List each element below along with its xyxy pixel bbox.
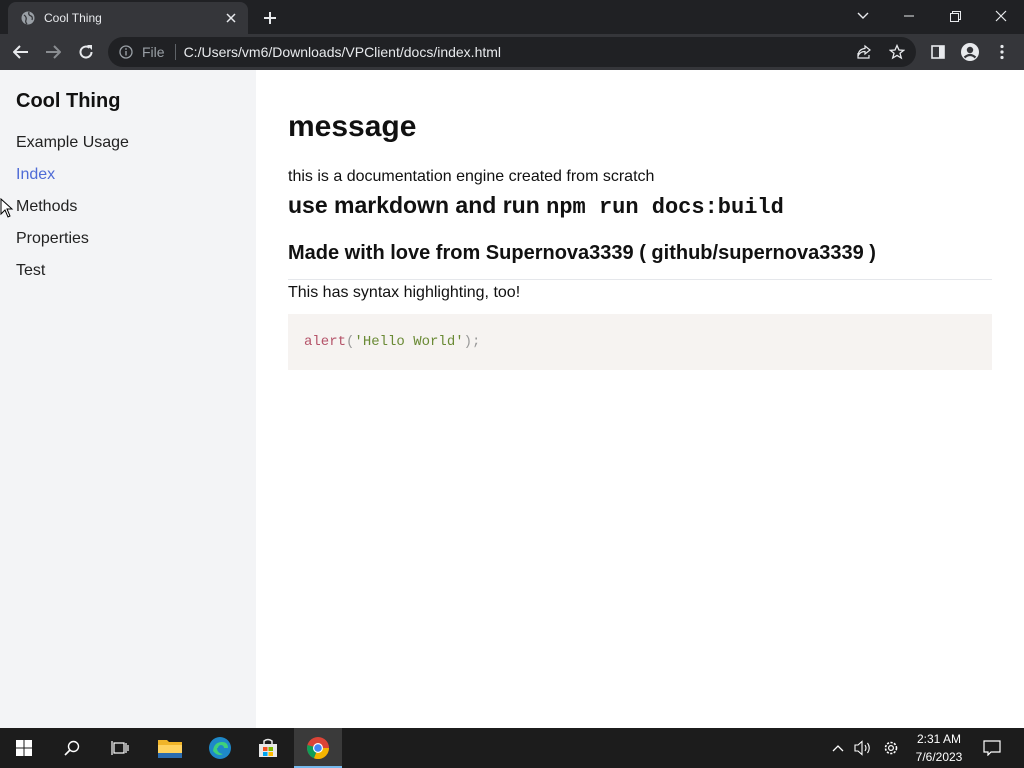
sidebar-item-methods[interactable]: Methods bbox=[16, 191, 240, 223]
forward-button[interactable] bbox=[40, 39, 66, 65]
subheading-text: use markdown and run bbox=[288, 192, 547, 218]
intro-paragraph: this is a documentation engine created f… bbox=[288, 168, 655, 185]
task-view-button[interactable] bbox=[96, 728, 144, 768]
profile-button[interactable] bbox=[957, 39, 983, 65]
sidebar-item-test[interactable]: Test bbox=[16, 255, 240, 287]
close-window-button[interactable] bbox=[978, 0, 1024, 32]
subheading: use markdown and run npm run docs:build bbox=[288, 192, 992, 220]
arrow-left-icon bbox=[13, 45, 28, 59]
inline-code: npm run docs:build bbox=[546, 195, 784, 220]
browser-toolbar: File C:/Users/vm6/Downloads/VPClient/doc… bbox=[0, 34, 1024, 70]
minimize-icon bbox=[904, 15, 914, 17]
tab-title: Cool Thing bbox=[44, 11, 102, 25]
reload-button[interactable] bbox=[73, 39, 99, 65]
docs-sidebar: Cool Thing Example Usage Index Methods P… bbox=[0, 70, 256, 728]
sidebar-item-example-usage[interactable]: Example Usage bbox=[16, 127, 240, 159]
sidebar-item-index[interactable]: Index bbox=[16, 159, 240, 191]
start-button[interactable] bbox=[0, 728, 48, 768]
plus-icon bbox=[264, 12, 276, 24]
tab-search-button[interactable] bbox=[840, 0, 886, 32]
browser-tab[interactable]: Cool Thing bbox=[8, 2, 248, 34]
url-text[interactable]: C:/Users/vm6/Downloads/VPClient/docs/ind… bbox=[184, 44, 501, 60]
minimize-button[interactable] bbox=[886, 0, 932, 32]
chrome-button[interactable] bbox=[294, 728, 342, 768]
volume-icon bbox=[854, 740, 870, 756]
chrome-icon bbox=[307, 737, 330, 760]
windows-taskbar: 2:31 AM 7/6/2023 bbox=[0, 728, 1024, 768]
code-block: alert('Hello World'); bbox=[288, 314, 992, 370]
restore-button[interactable] bbox=[932, 0, 978, 32]
mouse-cursor-icon bbox=[0, 198, 14, 218]
tab-strip: Cool Thing bbox=[0, 0, 1024, 34]
syntax-note: This has syntax highlighting, too! bbox=[288, 284, 521, 301]
profile-icon bbox=[961, 43, 979, 61]
new-tab-button[interactable] bbox=[258, 6, 282, 30]
side-panel-icon bbox=[931, 45, 945, 59]
notifications-button[interactable] bbox=[978, 728, 1006, 768]
omnibox-divider bbox=[174, 44, 176, 60]
file-explorer-icon bbox=[158, 740, 182, 758]
arrow-right-icon bbox=[46, 45, 61, 59]
side-panel-button[interactable] bbox=[925, 39, 951, 65]
kebab-menu-icon bbox=[1000, 44, 1004, 60]
code-open-paren-token: ( bbox=[346, 334, 355, 350]
volume-button[interactable] bbox=[850, 728, 876, 768]
code-string-token: 'Hello World' bbox=[354, 334, 464, 350]
globe-icon bbox=[20, 10, 36, 26]
edge-icon bbox=[209, 737, 231, 759]
notification-icon bbox=[983, 740, 1001, 756]
url-scheme-label: File bbox=[142, 44, 165, 60]
clock-date: 7/6/2023 bbox=[915, 750, 963, 764]
page-heading: message bbox=[288, 110, 417, 143]
code-function-token: alert bbox=[304, 334, 347, 350]
store-icon bbox=[259, 738, 277, 757]
page-viewport: Cool Thing Example Usage Index Methods P… bbox=[0, 70, 1024, 728]
system-clock[interactable]: 2:31 AM 7/6/2023 bbox=[904, 730, 974, 766]
close-icon bbox=[995, 10, 1007, 22]
share-icon[interactable] bbox=[852, 40, 876, 64]
bookmark-star-icon[interactable] bbox=[885, 40, 909, 64]
start-icon bbox=[16, 740, 32, 756]
menu-button[interactable] bbox=[989, 39, 1015, 65]
settings-button[interactable] bbox=[878, 728, 904, 768]
gear-icon bbox=[884, 741, 898, 755]
doc-content: message this is a documentation engine c… bbox=[288, 70, 992, 370]
chevron-down-icon bbox=[857, 12, 869, 19]
code-close-token: ); bbox=[463, 334, 481, 350]
task-view-icon bbox=[111, 741, 129, 755]
info-icon[interactable] bbox=[118, 44, 134, 60]
back-button[interactable] bbox=[8, 39, 34, 65]
file-explorer-button[interactable] bbox=[146, 728, 194, 768]
tab-close-icon[interactable] bbox=[222, 9, 240, 27]
chevron-up-icon bbox=[832, 745, 844, 752]
show-hidden-icons-button[interactable] bbox=[828, 728, 848, 768]
store-button[interactable] bbox=[244, 728, 292, 768]
credits-heading: Made with love from Supernova3339 ( gith… bbox=[288, 242, 992, 280]
reload-icon bbox=[79, 45, 93, 59]
search-icon bbox=[64, 740, 80, 756]
search-button[interactable] bbox=[48, 728, 96, 768]
clock-time: 2:31 AM bbox=[916, 732, 962, 746]
sidebar-item-properties[interactable]: Properties bbox=[16, 223, 240, 255]
restore-icon bbox=[949, 10, 961, 22]
address-bar[interactable]: File C:/Users/vm6/Downloads/VPClient/doc… bbox=[108, 37, 916, 67]
site-title: Cool Thing bbox=[16, 90, 121, 112]
edge-button[interactable] bbox=[196, 728, 244, 768]
